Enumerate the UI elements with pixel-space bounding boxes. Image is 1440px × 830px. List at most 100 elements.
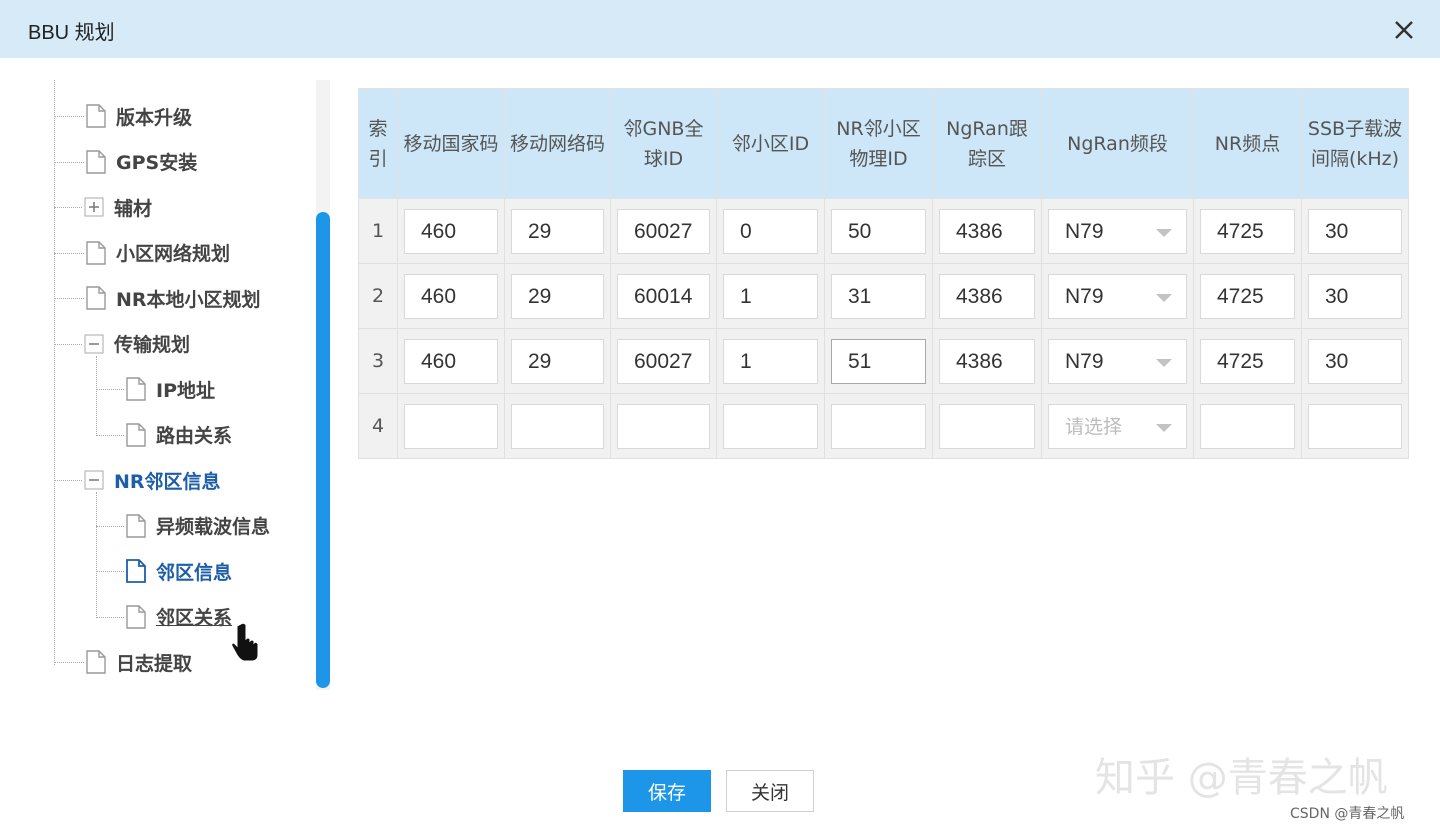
close-button[interactable]: 关闭 — [726, 770, 814, 812]
tree-item-label: IP地址 — [156, 379, 215, 402]
expand-plus-icon[interactable] — [84, 197, 104, 217]
table-cell: 1 — [716, 263, 825, 329]
mnc-input[interactable] — [511, 403, 604, 449]
tree-item-label: 邻区信息 — [156, 561, 233, 584]
table-cell: 0 — [716, 198, 825, 264]
tree-item-label: 日志提取 — [116, 652, 193, 675]
tree-guide-line — [96, 389, 124, 390]
table-cell: 460 — [397, 263, 505, 329]
pci-input[interactable]: 50 — [831, 208, 926, 254]
table-row: 2 460 29 60014 1 31 4386 N79 4725 30 — [358, 263, 1409, 329]
tree-item-小区网络规划[interactable]: 小区网络规划 — [86, 237, 230, 269]
dropdown-caret-icon — [1156, 293, 1172, 302]
gnb-input[interactable] — [617, 403, 710, 449]
save-button[interactable]: 保存 — [623, 770, 711, 812]
column-header: 邻GNB全球ID — [610, 88, 717, 199]
tree-guide-line — [54, 116, 84, 117]
row-index: 1 — [358, 198, 398, 264]
tree-item-label: 传输规划 — [114, 334, 191, 356]
tree-item-版本升级[interactable]: 版本升级 — [86, 100, 192, 132]
tree-item-日志提取[interactable]: 日志提取 — [86, 646, 192, 678]
dropdown-caret-icon — [1156, 228, 1172, 237]
tac-input[interactable] — [939, 403, 1035, 449]
freq-input[interactable]: 4725 — [1200, 208, 1295, 254]
tree-item-NR本地小区规划[interactable]: NR本地小区规划 — [86, 282, 261, 314]
row-index: 2 — [358, 263, 398, 329]
tree-guide-line — [96, 492, 97, 618]
tree-guide-line — [54, 662, 84, 663]
tree-item-传输规划[interactable]: 传输规划 — [84, 328, 190, 360]
gnb-input[interactable]: 60027 — [617, 208, 710, 254]
pci-input[interactable]: 31 — [831, 273, 926, 319]
pci-input[interactable]: 51 — [831, 338, 926, 384]
table-cell: 30 — [1301, 198, 1409, 264]
table-cell — [1193, 393, 1302, 459]
select-value: N79 — [1065, 284, 1104, 308]
tree-item-IP地址[interactable]: IP地址 — [126, 373, 215, 405]
mcc-input[interactable]: 460 — [404, 338, 498, 384]
table-cell — [610, 393, 717, 459]
cell-input[interactable] — [723, 403, 818, 449]
tree-item-邻区关系[interactable]: 邻区关系 — [126, 601, 232, 633]
file-icon — [86, 240, 106, 265]
tree-item-GPS安装[interactable]: GPS安装 — [86, 146, 197, 178]
freq-input[interactable]: 4725 — [1200, 273, 1295, 319]
mnc-input[interactable]: 29 — [511, 273, 604, 319]
mcc-input[interactable]: 460 — [404, 273, 498, 319]
collapse-minus-icon[interactable] — [84, 334, 104, 354]
tree-guide-line — [54, 343, 82, 345]
scrollbar-thumb[interactable] — [316, 212, 330, 688]
mcc-input[interactable] — [404, 403, 498, 449]
table-cell: N79 — [1041, 263, 1194, 329]
file-icon — [86, 104, 106, 128]
watermark: 知乎 @青春之帆 — [1095, 755, 1388, 801]
table-cell — [932, 393, 1042, 459]
tac-input[interactable]: 4386 — [939, 273, 1035, 319]
tree-item-label: 异频载波信息 — [156, 516, 271, 538]
band-select[interactable]: 请选择 — [1048, 403, 1187, 449]
tree-guide-line — [96, 571, 124, 572]
cell-input[interactable]: 1 — [723, 338, 818, 384]
freq-input[interactable] — [1200, 403, 1295, 449]
scs-input[interactable]: 30 — [1308, 338, 1402, 384]
scs-input[interactable] — [1308, 403, 1402, 449]
scs-input[interactable]: 30 — [1308, 208, 1402, 254]
table-cell: 60027 — [610, 328, 717, 394]
tree-item-路由关系[interactable]: 路由关系 — [126, 419, 232, 451]
tree-guide-line — [96, 434, 124, 436]
table-row: 1 460 29 60027 0 50 4386 N79 4725 30 — [358, 198, 1409, 264]
dialog-title: BBU 规划 — [28, 22, 115, 44]
file-icon — [86, 650, 106, 674]
band-select[interactable]: N79 — [1048, 208, 1187, 254]
select-value: N79 — [1065, 219, 1104, 243]
mnc-input[interactable]: 29 — [511, 208, 604, 254]
collapse-minus-icon[interactable] — [84, 470, 104, 490]
tree-item-异频载波信息[interactable]: 异频载波信息 — [126, 510, 270, 542]
tree-guide-line — [96, 525, 124, 527]
file-icon — [126, 422, 146, 447]
tree-item-辅材[interactable]: 辅材 — [84, 191, 152, 223]
tree-item-邻区信息[interactable]: 邻区信息 — [126, 555, 232, 587]
nav-tree: 版本升级 GPS安装辅材小区网络规划 NR本地小区规划传输规划 IP地址路由关系 NR邻… — [50, 80, 312, 700]
column-header: NR邻小区物理ID — [824, 88, 933, 199]
close-icon[interactable] — [1388, 14, 1420, 46]
table-cell: 4725 — [1193, 263, 1302, 329]
freq-input[interactable]: 4725 — [1200, 338, 1295, 384]
mnc-input[interactable]: 29 — [511, 338, 604, 384]
band-select[interactable]: N79 — [1048, 273, 1187, 319]
gnb-input[interactable]: 60014 — [617, 273, 710, 319]
dropdown-caret-icon — [1156, 423, 1172, 432]
tac-input[interactable]: 4386 — [939, 208, 1035, 254]
column-header: 移动网络码 — [504, 88, 611, 199]
cell-input[interactable]: 0 — [723, 208, 818, 254]
pci-input[interactable] — [831, 403, 926, 449]
tree-item-NR邻区信息[interactable]: NR邻区信息 — [84, 464, 221, 496]
gnb-input[interactable]: 60027 — [617, 338, 710, 384]
band-select[interactable]: N79 — [1048, 338, 1187, 384]
mcc-input[interactable]: 460 — [404, 208, 498, 254]
scs-input[interactable]: 30 — [1308, 273, 1402, 319]
file-icon — [126, 604, 146, 629]
cell-input[interactable]: 1 — [723, 273, 818, 319]
tac-input[interactable]: 4386 — [939, 338, 1035, 384]
table-cell: 29 — [504, 198, 611, 264]
